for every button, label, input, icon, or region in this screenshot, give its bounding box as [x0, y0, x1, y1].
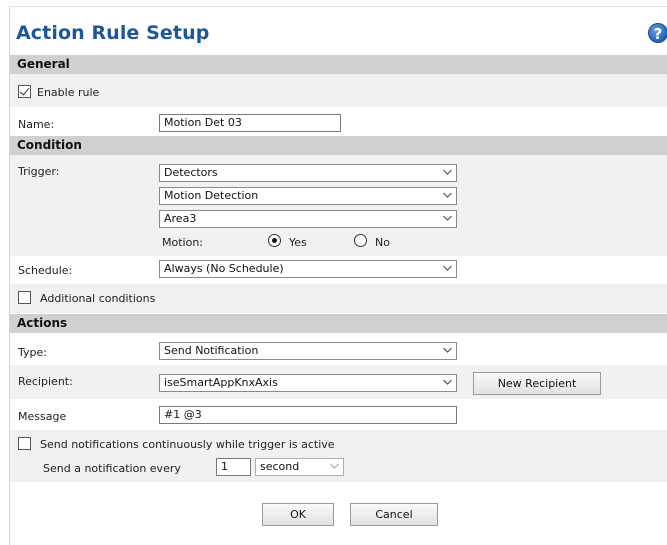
- motion-label: Motion:: [162, 236, 203, 249]
- trigger-label: Trigger:: [18, 165, 60, 178]
- chevron-down-icon: [443, 191, 452, 199]
- chevron-down-icon: [443, 168, 452, 176]
- schedule-label: Schedule:: [18, 264, 73, 277]
- help-icon[interactable]: ?: [648, 23, 667, 43]
- schedule-value: Always (No Schedule): [164, 262, 284, 275]
- every-label: Send a notification every: [43, 462, 181, 475]
- trigger-type-value: Motion Detection: [164, 189, 259, 202]
- enable-rule-label: Enable rule: [37, 86, 100, 99]
- trigger-area-select[interactable]: Area3: [159, 210, 457, 228]
- action-type-value: Send Notification: [164, 344, 259, 357]
- every-unit-select[interactable]: second: [255, 458, 344, 476]
- page-title: Action Rule Setup: [16, 22, 210, 44]
- continuous-checkbox[interactable]: [18, 437, 31, 450]
- trigger-category-value: Detectors: [164, 166, 218, 179]
- trigger-area-value: Area3: [164, 212, 197, 225]
- recipient-select[interactable]: iseSmartAppKnxAxis: [159, 374, 457, 392]
- message-input[interactable]: #1 @3: [159, 406, 457, 424]
- motion-yes-label: Yes: [289, 236, 307, 249]
- ok-button[interactable]: OK: [262, 503, 334, 526]
- type-label: Type:: [18, 346, 47, 359]
- motion-no-label: No: [375, 236, 390, 249]
- schedule-select[interactable]: Always (No Schedule): [159, 260, 457, 278]
- chevron-down-icon: [330, 462, 339, 470]
- message-label: Message: [18, 410, 67, 423]
- additional-conditions-label: Additional conditions: [40, 292, 156, 305]
- every-value-input[interactable]: 1: [216, 458, 251, 476]
- recipient-value: iseSmartAppKnxAxis: [164, 376, 278, 389]
- section-actions-header: Actions: [10, 314, 667, 333]
- cancel-button[interactable]: Cancel: [350, 503, 438, 526]
- trigger-category-select[interactable]: Detectors: [159, 164, 457, 182]
- continuous-label: Send notifications continuously while tr…: [40, 438, 335, 451]
- enable-rule-checkbox[interactable]: [18, 85, 31, 98]
- section-general-header: General: [10, 55, 667, 74]
- action-type-select[interactable]: Send Notification: [159, 342, 457, 360]
- chevron-down-icon: [443, 264, 452, 272]
- motion-yes-radio[interactable]: [268, 234, 281, 247]
- section-condition-header: Condition: [10, 136, 667, 155]
- chevron-down-icon: [443, 346, 452, 354]
- chevron-down-icon: [443, 378, 452, 386]
- every-unit-value: second: [260, 460, 300, 473]
- chevron-down-icon: [443, 214, 452, 222]
- trigger-type-select[interactable]: Motion Detection: [159, 187, 457, 205]
- additional-conditions-checkbox[interactable]: [18, 291, 31, 304]
- new-recipient-button[interactable]: New Recipient: [473, 372, 601, 395]
- motion-no-radio[interactable]: [354, 234, 367, 247]
- recipient-label: Recipient:: [18, 375, 73, 388]
- row-enable-rule: [10, 74, 667, 107]
- name-label: Name:: [18, 118, 55, 131]
- name-input[interactable]: Motion Det 03: [159, 114, 341, 132]
